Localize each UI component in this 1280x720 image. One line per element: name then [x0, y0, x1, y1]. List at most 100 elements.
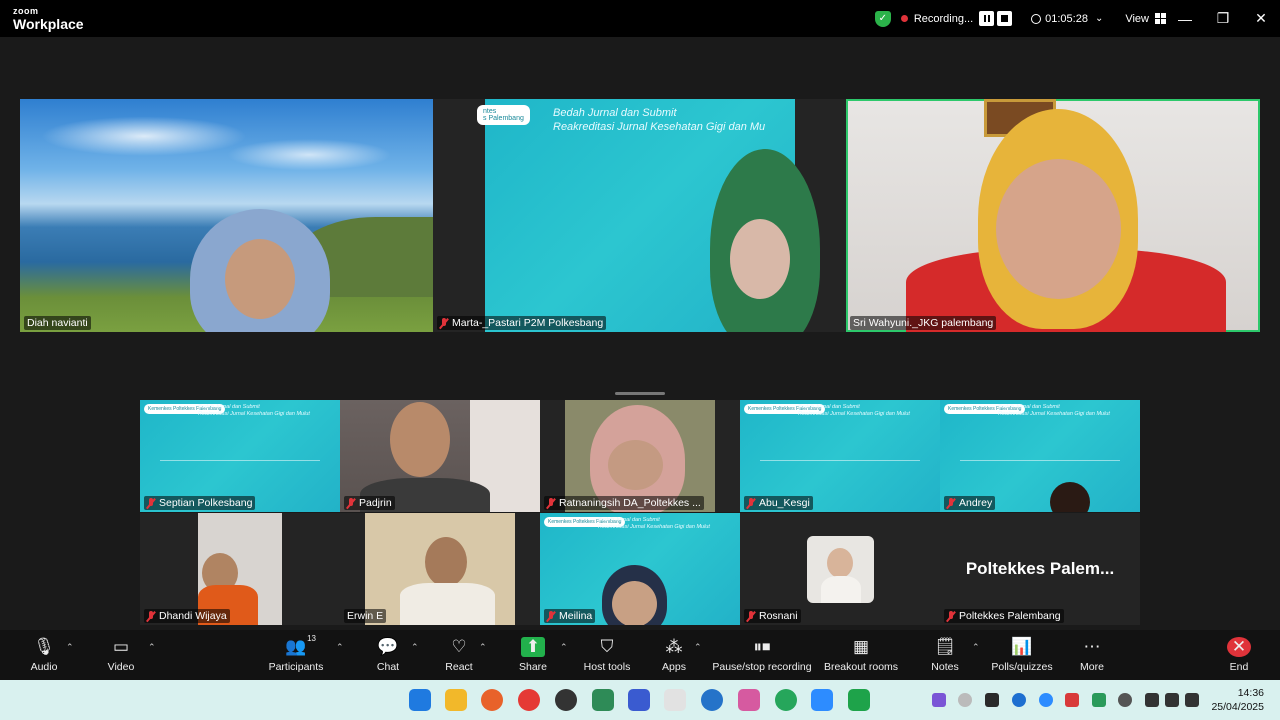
host-tools-button[interactable]: ⛉ Host tools — [582, 630, 632, 680]
react-button[interactable]: ♡ React — [443, 630, 475, 680]
end-meeting-button[interactable]: ✕ End — [1223, 630, 1255, 680]
volume-icon[interactable] — [1165, 693, 1179, 707]
clock-icon — [1031, 13, 1042, 24]
meeting-timer[interactable]: 01:05:28 ⌄ — [1031, 13, 1103, 25]
video-tile[interactable]: ntes s Palembang Bedah Jurnal dan Submit R… — [433, 99, 846, 332]
logo-top-text: zoom — [13, 6, 39, 16]
more-label: More — [1080, 661, 1104, 673]
app-icon[interactable] — [738, 689, 760, 711]
logo-bottom-text: Workplace — [13, 16, 84, 32]
bluetooth-icon[interactable] — [1012, 693, 1026, 707]
zoom-meeting-window: zoom Workplace ✓ Recording... 01:05:28 ⌄… — [0, 0, 1280, 720]
app-icon[interactable] — [848, 689, 870, 711]
slide-title: Bedah Jurnal dan Submit Reakreditasi Jurn… — [998, 404, 1110, 417]
video-tile[interactable]: Kemenkes Poltekkes Palembang Bedah Jurna… — [940, 400, 1140, 512]
app-icon[interactable] — [775, 689, 797, 711]
react-options-caret-icon[interactable]: ⌃ — [479, 642, 487, 653]
more-button[interactable]: ⋯ More — [1076, 630, 1108, 680]
tray-icon[interactable] — [932, 693, 946, 707]
participants-button[interactable]: 👥 13 Participants — [266, 630, 326, 680]
mic-muted-icon — [547, 497, 555, 509]
chat-options-caret-icon[interactable]: ⌃ — [411, 642, 419, 653]
zoom-tray-icon[interactable] — [1039, 693, 1053, 707]
firefox-icon[interactable] — [481, 689, 503, 711]
wifi-icon[interactable] — [1145, 693, 1159, 707]
apps-options-caret-icon[interactable]: ⌃ — [694, 642, 702, 653]
video-tile[interactable]: Poltekkes Palem... Poltekkes Palembang — [940, 513, 1140, 625]
breakout-rooms-button[interactable]: ▦ Breakout rooms — [823, 630, 899, 680]
chrome-icon[interactable] — [518, 689, 540, 711]
minimize-button[interactable]: — — [1166, 0, 1204, 37]
battery-icon[interactable] — [1185, 693, 1199, 707]
app-icon[interactable] — [701, 689, 723, 711]
video-button[interactable]: ▭ Video — [105, 630, 137, 680]
breakout-rooms-label: Breakout rooms — [823, 661, 899, 673]
apps-button[interactable]: ⁂ Apps — [658, 630, 690, 680]
end-x-icon: ✕ — [1227, 637, 1251, 657]
tray-icon[interactable] — [985, 693, 999, 707]
audio-label: Audio — [30, 661, 58, 673]
clock-date: 25/04/2025 — [1211, 701, 1264, 714]
mic-muted-icon — [347, 497, 355, 509]
share-options-caret-icon[interactable]: ⌃ — [560, 642, 568, 653]
restore-button[interactable]: ❐ — [1204, 0, 1242, 37]
recording-label: Recording... — [913, 12, 974, 25]
bar-chart-icon: 📊 — [1011, 637, 1033, 656]
share-button[interactable]: ⬆ Share — [517, 630, 549, 680]
mic-muted-icon — [947, 610, 955, 622]
zoom-logo: zoom Workplace — [13, 6, 84, 32]
view-label: View — [1125, 12, 1149, 25]
tray-icon[interactable] — [958, 693, 972, 707]
close-window-button[interactable]: ✕ — [1242, 0, 1280, 37]
app-icon[interactable] — [592, 689, 614, 711]
view-button[interactable]: View — [1125, 13, 1166, 25]
pause-recording-button[interactable] — [979, 11, 995, 26]
video-tile[interactable]: Dhandi Wijaya — [140, 513, 340, 625]
audio-options-caret-icon[interactable]: ⌃ — [66, 642, 74, 653]
app-icon[interactable] — [628, 689, 650, 711]
share-screen-icon: ⬆ — [521, 637, 545, 657]
slide-title: Bedah Jurnal dan Submit Reakreditasi Jurn… — [798, 404, 910, 417]
audio-button[interactable]: 🎙 Audio — [28, 630, 60, 680]
video-tile[interactable]: Kemenkes Poltekkes Palembang Bedah Jurna… — [540, 513, 740, 625]
tray-icon[interactable] — [1092, 693, 1106, 707]
recording-dot-icon — [900, 15, 908, 22]
tray-icon[interactable] — [1118, 693, 1132, 707]
slide-title: Bedah Jurnal dan Submit Reakreditasi Jurn… — [553, 107, 766, 133]
tray-icon[interactable] — [1065, 693, 1079, 707]
participant-name-label: Ratnaningsih DA_Poltekkes ... — [544, 496, 704, 510]
resize-handle[interactable] — [615, 392, 665, 395]
pause-stop-recording-button[interactable]: ⏸⏹ Pause/stop recording — [712, 630, 812, 680]
zoom-app-icon[interactable] — [811, 689, 833, 711]
chat-button[interactable]: 💬 Chat — [372, 630, 404, 680]
video-tile[interactable]: Padjrin — [340, 400, 540, 512]
video-tile[interactable]: Kemenkes Poltekkes Palembang Bedah Jurna… — [140, 400, 340, 512]
app-icon[interactable] — [664, 689, 686, 711]
chat-icon: 💬 — [377, 637, 399, 656]
video-tile-active-speaker[interactable]: Sri Wahyuni._JKG palembang — [846, 99, 1260, 332]
app-icon[interactable] — [555, 689, 577, 711]
system-clock[interactable]: 14:36 25/04/2025 — [1211, 686, 1264, 714]
video-tile[interactable]: Rosnani — [740, 513, 940, 625]
file-explorer-icon[interactable] — [445, 689, 467, 711]
notes-button[interactable]: 🗒 Notes — [929, 630, 961, 680]
mic-muted-icon — [747, 610, 755, 622]
stop-recording-button[interactable] — [997, 11, 1013, 26]
windows-start-icon[interactable] — [409, 689, 431, 711]
participant-name-label: Erwin E — [344, 609, 387, 623]
breakout-rooms-icon: ▦ — [852, 637, 870, 656]
video-tile[interactable]: Erwin E — [340, 513, 540, 625]
polls-quizzes-label: Polls/quizzes — [991, 661, 1053, 673]
polls-quizzes-button[interactable]: 📊 Polls/quizzes — [991, 630, 1053, 680]
share-label: Share — [518, 661, 548, 673]
video-tile[interactable]: Ratnaningsih DA_Poltekkes ... — [540, 400, 740, 512]
participants-options-caret-icon[interactable]: ⌃ — [336, 642, 344, 653]
video-tile[interactable]: Kemenkes Poltekkes Palembang Bedah Jurna… — [740, 400, 940, 512]
notes-options-caret-icon[interactable]: ⌃ — [972, 642, 980, 653]
video-options-caret-icon[interactable]: ⌃ — [148, 642, 156, 653]
elapsed-time: 01:05:28 — [1045, 12, 1088, 25]
grid-view-icon — [1155, 13, 1166, 24]
video-tile[interactable]: Diah navianti — [20, 99, 433, 332]
pause-icon — [983, 15, 990, 22]
encryption-shield-icon[interactable]: ✓ — [874, 10, 891, 27]
